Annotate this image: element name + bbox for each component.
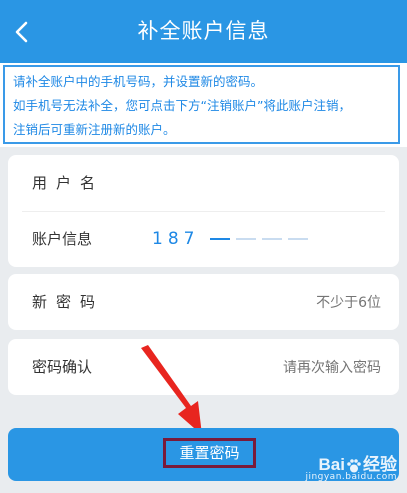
app-header: 补全账户信息: [0, 0, 407, 63]
username-label: 用户名: [32, 174, 105, 192]
account-card: 用户名 账户信息 187: [8, 155, 399, 267]
mask-dash: [287, 238, 308, 240]
page-title: 补全账户信息: [137, 19, 270, 43]
notice-panel: 请补全账户中的手机号码，并设置新的密码。 如手机号无法补全，您可点击下方“注销账…: [0, 63, 407, 147]
new-password-input[interactable]: [159, 274, 383, 332]
phone-prefix: 187: [152, 229, 200, 249]
mask-dash: [261, 238, 282, 240]
phone-value: 187: [152, 211, 314, 267]
notice-line: 注销后可重新注册新的账户。: [13, 122, 176, 137]
notice-line: 请补全账户中的手机号码，并设置新的密码。: [13, 74, 264, 89]
account-info-label: 账户信息: [32, 230, 93, 248]
annotation-arrow-icon: [141, 345, 202, 435]
username-row[interactable]: 用户名: [8, 155, 399, 211]
notice-line: 如手机号无法补全，您可点击下方“注销账户”将此账户注销，: [13, 98, 351, 113]
watermark: Bai 经验 jingyan.baidu.com: [305, 450, 397, 482]
mask-dash: [235, 238, 256, 240]
mask-dash: [209, 238, 230, 240]
reset-password-label: 重置密码: [163, 438, 256, 468]
phone-mask: [209, 211, 314, 267]
password-card: 新密码: [8, 274, 399, 332]
watermark-url: jingyan.baidu.com: [305, 472, 397, 482]
account-info-row: 账户信息 187: [8, 211, 399, 267]
new-password-row: 新密码: [8, 274, 399, 332]
new-password-label: 新密码: [32, 293, 105, 311]
confirm-password-label: 密码确认: [32, 358, 93, 376]
notice-box: 请补全账户中的手机号码，并设置新的密码。 如手机号无法补全，您可点击下方“注销账…: [3, 65, 400, 144]
